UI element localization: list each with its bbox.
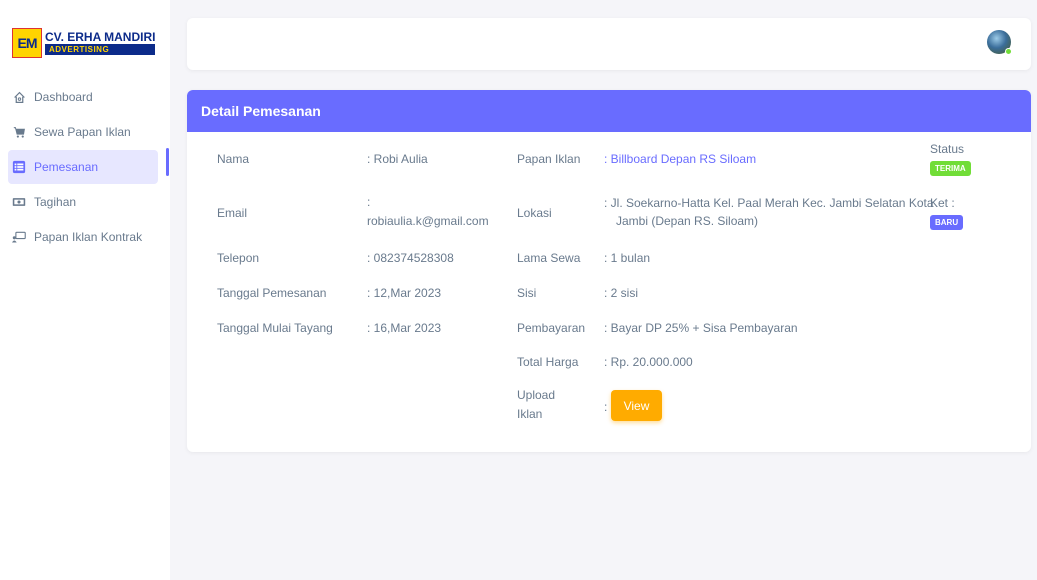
value-sisi: : 2 sisi bbox=[604, 286, 639, 300]
online-status-dot bbox=[1005, 48, 1012, 55]
billboard-icon bbox=[12, 230, 26, 244]
label-telepon: Telepon bbox=[217, 251, 260, 265]
ket-badge: BARU bbox=[930, 215, 964, 230]
value-lokasi-line1: : Jl. Soekarno-Hatta Kel. Paal Merah Kec… bbox=[604, 196, 934, 210]
label-upload-iklan-line2: Iklan bbox=[517, 407, 543, 421]
sidebar: EM CV. ERHA MANDIRI ADVERTISING Dashboar… bbox=[0, 0, 170, 580]
value-email-prefix: : bbox=[367, 195, 371, 209]
brand-name: CV. ERHA MANDIRI bbox=[45, 30, 156, 44]
label-tanggal-pemesanan: Tanggal Pemesanan bbox=[217, 286, 327, 300]
label-total-harga: Total Harga bbox=[517, 355, 579, 369]
value-papan-iklan-link[interactable]: : Billboard Depan RS Siloam bbox=[604, 152, 756, 166]
label-status: Status bbox=[930, 142, 965, 156]
sidebar-item-pemesanan[interactable]: Pemesanan bbox=[8, 150, 158, 184]
view-button[interactable]: View bbox=[611, 390, 662, 421]
value-nama: : Robi Aulia bbox=[367, 152, 428, 166]
sidebar-item-label: Papan Iklan Kontrak bbox=[34, 230, 143, 244]
value-telepon: : 082374528308 bbox=[367, 251, 454, 265]
sidebar-menu: Dashboard Sewa Papan Iklan Pemesanan Tag… bbox=[8, 80, 158, 255]
value-lama-sewa: : 1 bulan bbox=[604, 251, 651, 265]
home-icon bbox=[12, 90, 26, 104]
top-navbar bbox=[187, 18, 1031, 70]
label-lama-sewa: Lama Sewa bbox=[517, 251, 581, 265]
value-total-harga: : Rp. 20.000.000 bbox=[604, 355, 693, 369]
brand-mark: EM bbox=[12, 28, 42, 58]
cart-icon bbox=[12, 125, 26, 139]
status-badge: TERIMA bbox=[930, 161, 971, 176]
value-tanggal-pemesanan: : 12,Mar 2023 bbox=[367, 286, 442, 300]
label-tanggal-mulai-tayang: Tanggal Mulai Tayang bbox=[217, 321, 333, 335]
label-sisi: Sisi bbox=[517, 286, 537, 300]
sidebar-item-dashboard[interactable]: Dashboard bbox=[8, 80, 158, 114]
sidebar-item-label: Tagihan bbox=[34, 195, 77, 209]
sidebar-item-papan-iklan-kontrak[interactable]: Papan Iklan Kontrak bbox=[8, 220, 158, 254]
value-lokasi-line2: Jambi (Depan RS. Siloam) bbox=[616, 214, 759, 228]
value-pembayaran: : Bayar DP 25% + Sisa Pembayaran bbox=[604, 321, 798, 335]
money-icon bbox=[12, 195, 26, 209]
label-email: Email bbox=[217, 206, 248, 220]
label-papan-iklan: Papan Iklan bbox=[517, 152, 581, 166]
sidebar-item-tagihan[interactable]: Tagihan bbox=[8, 185, 158, 219]
label-nama: Nama bbox=[217, 152, 250, 166]
sidebar-item-label: Dashboard bbox=[34, 90, 93, 104]
sidebar-item-sewa-papan-iklan[interactable]: Sewa Papan Iklan bbox=[8, 115, 158, 149]
user-avatar[interactable] bbox=[987, 30, 1012, 55]
label-ket: Ket : bbox=[930, 196, 955, 210]
active-menu-indicator bbox=[166, 148, 169, 176]
value-tanggal-mulai-tayang: : 16,Mar 2023 bbox=[367, 321, 442, 335]
value-upload-prefix: : bbox=[604, 400, 608, 414]
label-upload-iklan-line1: Upload bbox=[517, 388, 556, 402]
label-lokasi: Lokasi bbox=[517, 206, 552, 220]
brand-logo[interactable]: EM CV. ERHA MANDIRI ADVERTISING bbox=[12, 28, 156, 58]
brand-tagline: ADVERTISING bbox=[45, 44, 156, 55]
sidebar-item-label: Sewa Papan Iklan bbox=[34, 125, 131, 139]
detail-pemesanan-card: Detail Pemesanan Nama : Robi Aulia Email… bbox=[187, 90, 1031, 452]
list-icon bbox=[12, 160, 26, 174]
card-title: Detail Pemesanan bbox=[187, 90, 1031, 132]
sidebar-item-label: Pemesanan bbox=[34, 160, 99, 174]
label-pembayaran: Pembayaran bbox=[517, 321, 586, 335]
value-email: robiaulia.k@gmail.com bbox=[367, 214, 489, 228]
